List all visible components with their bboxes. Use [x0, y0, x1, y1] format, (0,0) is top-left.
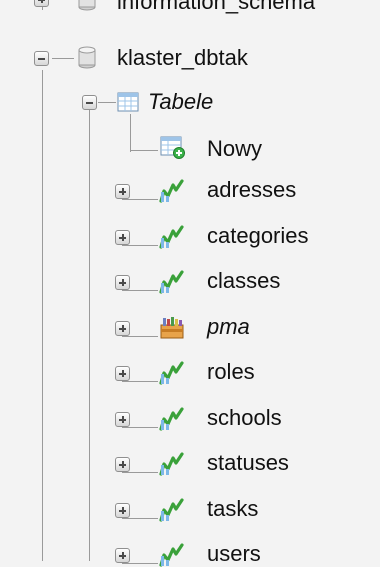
table-link-adresses[interactable]: adresses	[207, 177, 296, 203]
pma-icon[interactable]	[159, 316, 185, 340]
table-icon[interactable]	[159, 179, 185, 203]
table-link-pma[interactable]: pma	[207, 314, 250, 340]
tree-line	[98, 102, 116, 103]
tree-line	[122, 244, 158, 246]
expand-toggle-icon[interactable]	[115, 320, 130, 336]
table-icon[interactable]	[159, 497, 185, 522]
tree-line	[122, 563, 158, 564]
collapse-toggle-icon[interactable]	[82, 95, 97, 110]
new-table-icon[interactable]	[160, 136, 186, 160]
tree-line	[89, 108, 90, 561]
table-icon[interactable]	[159, 224, 185, 249]
database-icon	[78, 0, 96, 11]
expand-toggle-icon[interactable]	[115, 411, 130, 427]
table-link-classes[interactable]: classes	[207, 268, 280, 294]
database-label-information-schema[interactable]: information_schema	[117, 0, 315, 15]
table-link-roles[interactable]: roles	[207, 359, 255, 385]
expand-toggle-icon[interactable]	[115, 275, 130, 290]
tree-line	[122, 426, 158, 428]
table-link-statuses[interactable]: statuses	[207, 450, 289, 476]
expand-toggle-icon[interactable]	[115, 184, 130, 199]
expand-toggle-icon[interactable]	[115, 229, 130, 245]
table-group-icon	[117, 92, 139, 112]
tree-line	[52, 58, 74, 59]
table-icon[interactable]	[159, 270, 185, 294]
expand-toggle-icon[interactable]	[115, 502, 130, 518]
expand-toggle-icon[interactable]	[115, 366, 130, 381]
tree-line	[122, 199, 158, 200]
tree-line	[130, 114, 131, 152]
table-link-categories[interactable]: categories	[207, 223, 309, 249]
tree-group-label-tabele[interactable]: Tabele	[148, 89, 213, 115]
table-icon[interactable]	[159, 452, 185, 476]
database-icon	[78, 46, 96, 69]
expand-toggle-icon[interactable]	[34, 0, 49, 7]
tree-line	[122, 290, 158, 291]
new-table-link[interactable]: Nowy	[207, 136, 262, 162]
table-link-schools[interactable]: schools	[207, 405, 282, 431]
database-label-klaster-dbtak[interactable]: klaster_dbtak	[117, 45, 248, 71]
table-icon[interactable]	[159, 361, 185, 385]
tree-line	[130, 150, 158, 151]
tree-line	[122, 517, 158, 519]
tree-line	[122, 335, 158, 337]
navigation-tree: information_schema klaster_dbtak Tabele …	[0, 0, 380, 567]
tree-line	[122, 472, 158, 473]
table-link-tasks[interactable]: tasks	[207, 496, 258, 522]
table-icon[interactable]	[159, 406, 185, 431]
collapse-toggle-icon[interactable]	[34, 51, 49, 66]
tree-line	[42, 70, 43, 561]
table-icon[interactable]	[159, 543, 185, 567]
expand-toggle-icon[interactable]	[115, 457, 130, 472]
table-link-users[interactable]: users	[207, 541, 261, 567]
tree-line	[122, 381, 158, 382]
